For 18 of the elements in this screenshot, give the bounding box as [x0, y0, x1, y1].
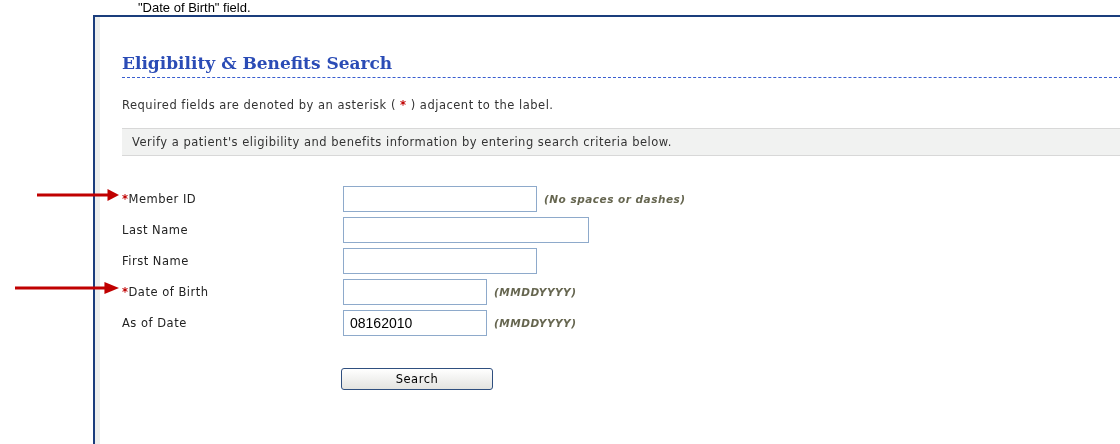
caption-text: "Date of Birth" field.	[138, 0, 252, 15]
input-field[interactable]: 08162010	[343, 309, 487, 336]
format-hint: (MMDDYYYY)	[494, 285, 577, 298]
format-hint: (MMDDYYYY)	[494, 316, 577, 329]
field-label: *Member ID	[122, 191, 198, 206]
info-bar: Verify a patient's eligibility and benefits information by entering search criteria below.	[122, 128, 1120, 156]
field-label: First Name	[122, 253, 190, 268]
input-field[interactable]	[343, 216, 589, 243]
field-label: Last Name	[122, 222, 190, 237]
field-label: As of Date	[122, 315, 188, 330]
input-field[interactable]	[343, 185, 537, 212]
page-title: Eligibility & Benefits Search	[122, 53, 1120, 78]
input-field[interactable]	[343, 278, 487, 305]
required-note: Required fields are denoted by an asterisk ( * ) adjacent to the label.	[122, 98, 555, 112]
input-field[interactable]	[343, 247, 537, 274]
search-button[interactable]: Search	[341, 368, 493, 390]
field-label: *Date of Birth	[122, 284, 210, 299]
format-hint: (No spaces or dashes)	[544, 192, 686, 205]
